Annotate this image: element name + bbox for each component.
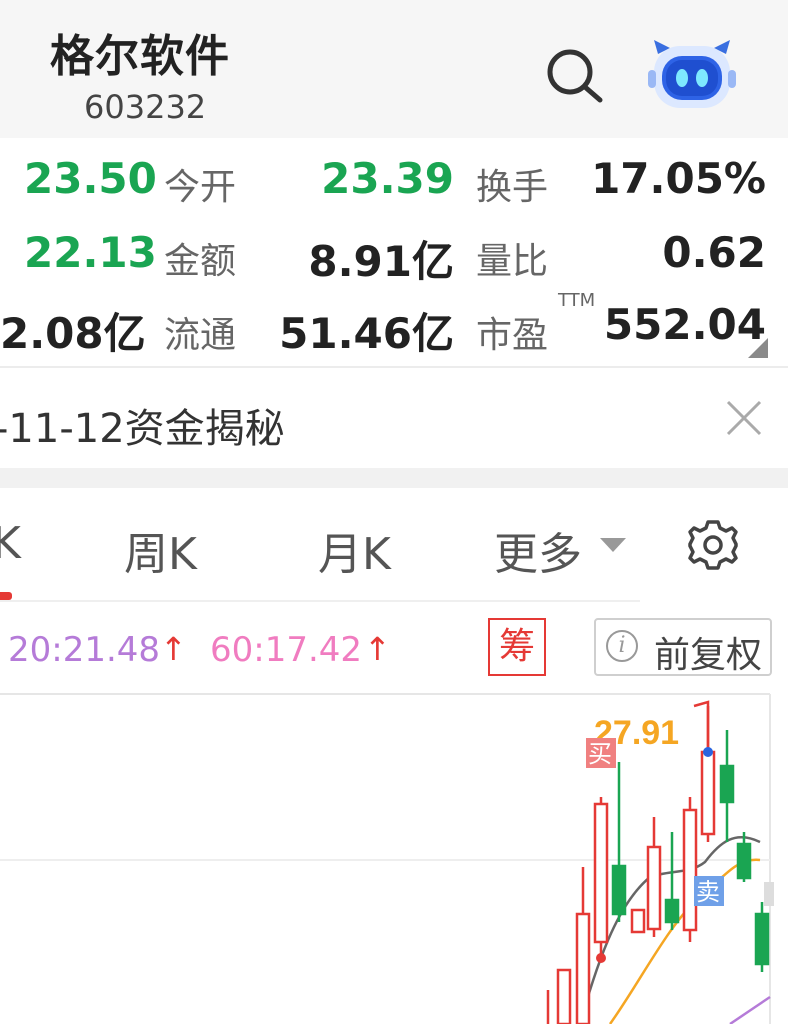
stat-float-label: 流通 (164, 315, 237, 356)
tab-day-k[interactable]: K (0, 518, 21, 569)
tab-week-k[interactable]: 周K (124, 518, 197, 582)
scroll-edge (764, 882, 774, 906)
candle-up (556, 968, 572, 1024)
stat-pe-value: 552.04 (603, 300, 766, 349)
chevron-down-icon[interactable] (600, 538, 626, 552)
chip-distribution-button[interactable]: 筹 (488, 618, 546, 676)
stat-volume-value: 2.08亿 (0, 309, 146, 358)
expand-corner-icon[interactable] (748, 338, 768, 358)
kline-chart[interactable]: 27.91 买 卖 (0, 692, 788, 1024)
section-gap (0, 468, 788, 488)
ma20-value: 20:21.48 (8, 630, 161, 670)
stat-pe-label: 市盈 (476, 315, 549, 356)
stat-amount-label: 金额 (164, 241, 237, 282)
stock-name: 格尔软件 (50, 31, 230, 82)
robot-assistant-icon[interactable] (648, 36, 736, 112)
stock-code: 603232 (84, 88, 207, 126)
gear-icon[interactable] (686, 518, 740, 572)
close-icon[interactable] (724, 398, 764, 438)
buy-point-dot (596, 953, 606, 963)
buy-signal-label: 买 (588, 740, 612, 768)
candle-up (630, 908, 646, 934)
stat-low-value: 22.13 (24, 228, 157, 277)
stat-volume-ratio-value: 0.62 (662, 228, 766, 277)
adjustment-label: 前复权 (654, 635, 763, 676)
stat-open-label: 今开 (164, 167, 237, 208)
stat-high-value: 23.50 (24, 154, 157, 203)
ma60-up-arrow: ↑ (364, 630, 391, 668)
info-icon: i (606, 630, 638, 662)
divider (0, 600, 640, 602)
ma20-up-arrow: ↑ (160, 630, 187, 668)
ma60-value: 60:17.42 (210, 630, 363, 670)
stat-open-value: 23.39 (321, 154, 454, 203)
kline-tabs (0, 488, 788, 600)
sell-point-dot (703, 747, 713, 757)
candle-down (719, 764, 735, 804)
candle-up (700, 750, 716, 836)
search-icon[interactable] (540, 44, 606, 104)
stat-amount-value: 8.91亿 (308, 237, 454, 286)
stat-turnover-value: 17.05% (591, 154, 766, 203)
candle-down (736, 842, 752, 880)
candle-down (611, 864, 627, 916)
candle-up (646, 845, 662, 931)
stat-pe-ttm-superscript: TTM (558, 290, 596, 311)
stat-volume-ratio-label: 量比 (476, 241, 549, 282)
sell-signal-label: 卖 (696, 878, 720, 906)
candle-down (664, 898, 680, 924)
stat-turnover-label: 换手 (476, 167, 549, 208)
tab-more[interactable]: 更多 (494, 518, 582, 582)
tab-month-k[interactable]: 月K (318, 518, 391, 582)
candle-up (593, 802, 609, 944)
news-banner-text[interactable]: -11-12资金揭秘 (0, 396, 285, 454)
stat-float-value: 51.46亿 (279, 309, 454, 358)
candle-down (754, 912, 770, 966)
candle-up (575, 912, 591, 1024)
active-tab-indicator (0, 592, 12, 600)
candle-up (682, 808, 698, 932)
adjustment-button[interactable]: i 前复权 (594, 618, 772, 676)
